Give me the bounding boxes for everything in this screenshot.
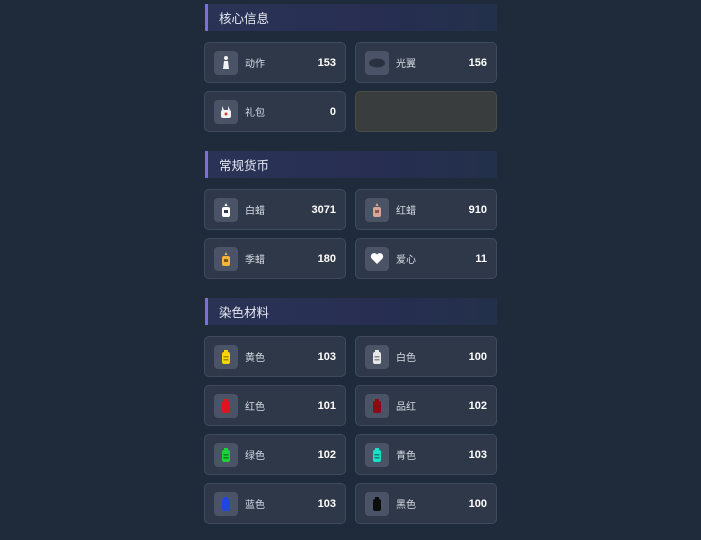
item-value: 11 xyxy=(475,252,487,265)
wing-icon xyxy=(365,50,389,75)
blue-dye-icon xyxy=(214,491,238,516)
item-card-blue-dye[interactable]: 蓝色 103 xyxy=(204,483,346,524)
section-header: 常规货币 xyxy=(205,151,497,178)
item-card-heart[interactable]: 爱心 11 xyxy=(355,238,497,279)
item-label: 红色 xyxy=(245,402,265,413)
white-candle-icon xyxy=(214,197,238,222)
green-dye-icon xyxy=(214,442,238,467)
item-label: 青色 xyxy=(396,451,416,462)
item-card-red-candle[interactable]: 红蜡 910 xyxy=(355,189,497,230)
item-value: 156 xyxy=(468,56,487,69)
section-header: 核心信息 xyxy=(205,4,497,31)
item-label: 爱心 xyxy=(396,255,416,266)
item-card-green-dye[interactable]: 绿色 102 xyxy=(204,434,346,475)
section-core-info: 核心信息 动作 153 光翼 156 礼包 0 xyxy=(204,4,497,132)
item-card-white-dye[interactable]: 白色 100 xyxy=(355,336,497,377)
item-card-red-dye[interactable]: 红色 101 xyxy=(204,385,346,426)
section-header: 染色材料 xyxy=(205,298,497,325)
item-card-black-dye[interactable]: 黑色 100 xyxy=(355,483,497,524)
item-card-light-wings[interactable]: 光翼 156 xyxy=(355,42,497,83)
section-currency: 常规货币 白蜡 3071 红蜡 910 季蜡 180 爱心 11 xyxy=(204,151,497,279)
item-value: 180 xyxy=(317,252,336,265)
white-dye-icon xyxy=(365,344,389,369)
item-label: 红蜡 xyxy=(396,206,416,217)
yellow-dye-icon xyxy=(214,344,238,369)
section-title: 核心信息 xyxy=(219,12,270,26)
empty-card xyxy=(355,91,497,132)
magenta-dye-icon xyxy=(365,393,389,418)
red-candle-icon xyxy=(365,197,389,222)
item-label: 季蜡 xyxy=(245,255,265,266)
item-value: 100 xyxy=(468,497,487,510)
item-value: 153 xyxy=(317,56,336,69)
heart-icon xyxy=(365,246,389,271)
item-value: 910 xyxy=(468,203,487,216)
item-label: 礼包 xyxy=(245,108,265,119)
figure-icon xyxy=(214,50,238,75)
season-candle-icon xyxy=(214,246,238,271)
item-value: 100 xyxy=(468,350,487,363)
item-card-gift-pack[interactable]: 礼包 0 xyxy=(204,91,346,132)
item-label: 白蜡 xyxy=(245,206,265,217)
item-label: 品红 xyxy=(396,402,416,413)
item-value: 103 xyxy=(317,350,336,363)
item-label: 光翼 xyxy=(396,59,416,70)
item-value: 0 xyxy=(329,105,336,118)
item-value: 103 xyxy=(317,497,336,510)
item-card-actions[interactable]: 动作 153 xyxy=(204,42,346,83)
item-label: 蓝色 xyxy=(245,500,265,511)
section-title: 常规货币 xyxy=(219,159,270,173)
item-label: 动作 xyxy=(245,59,265,70)
item-value: 102 xyxy=(317,448,336,461)
cyan-dye-icon xyxy=(365,442,389,467)
section-title: 染色材料 xyxy=(219,306,270,320)
item-value: 101 xyxy=(317,399,336,412)
item-value: 103 xyxy=(468,448,487,461)
red-dye-icon xyxy=(214,393,238,418)
item-label: 绿色 xyxy=(245,451,265,462)
item-value: 3071 xyxy=(311,203,336,216)
section-dye-materials: 染色材料 黄色 103 白色 100 红色 101 品红 102 绿色 102 … xyxy=(204,298,497,524)
item-label: 白色 xyxy=(396,353,416,364)
item-value: 102 xyxy=(468,399,487,412)
item-card-yellow-dye[interactable]: 黄色 103 xyxy=(204,336,346,377)
item-label: 黄色 xyxy=(245,353,265,364)
item-card-white-candle[interactable]: 白蜡 3071 xyxy=(204,189,346,230)
item-card-cyan-dye[interactable]: 青色 103 xyxy=(355,434,497,475)
black-dye-icon xyxy=(365,491,389,516)
item-card-magenta-dye[interactable]: 品红 102 xyxy=(355,385,497,426)
item-card-season-candle[interactable]: 季蜡 180 xyxy=(204,238,346,279)
gift-icon xyxy=(214,99,238,124)
item-label: 黑色 xyxy=(396,500,416,511)
